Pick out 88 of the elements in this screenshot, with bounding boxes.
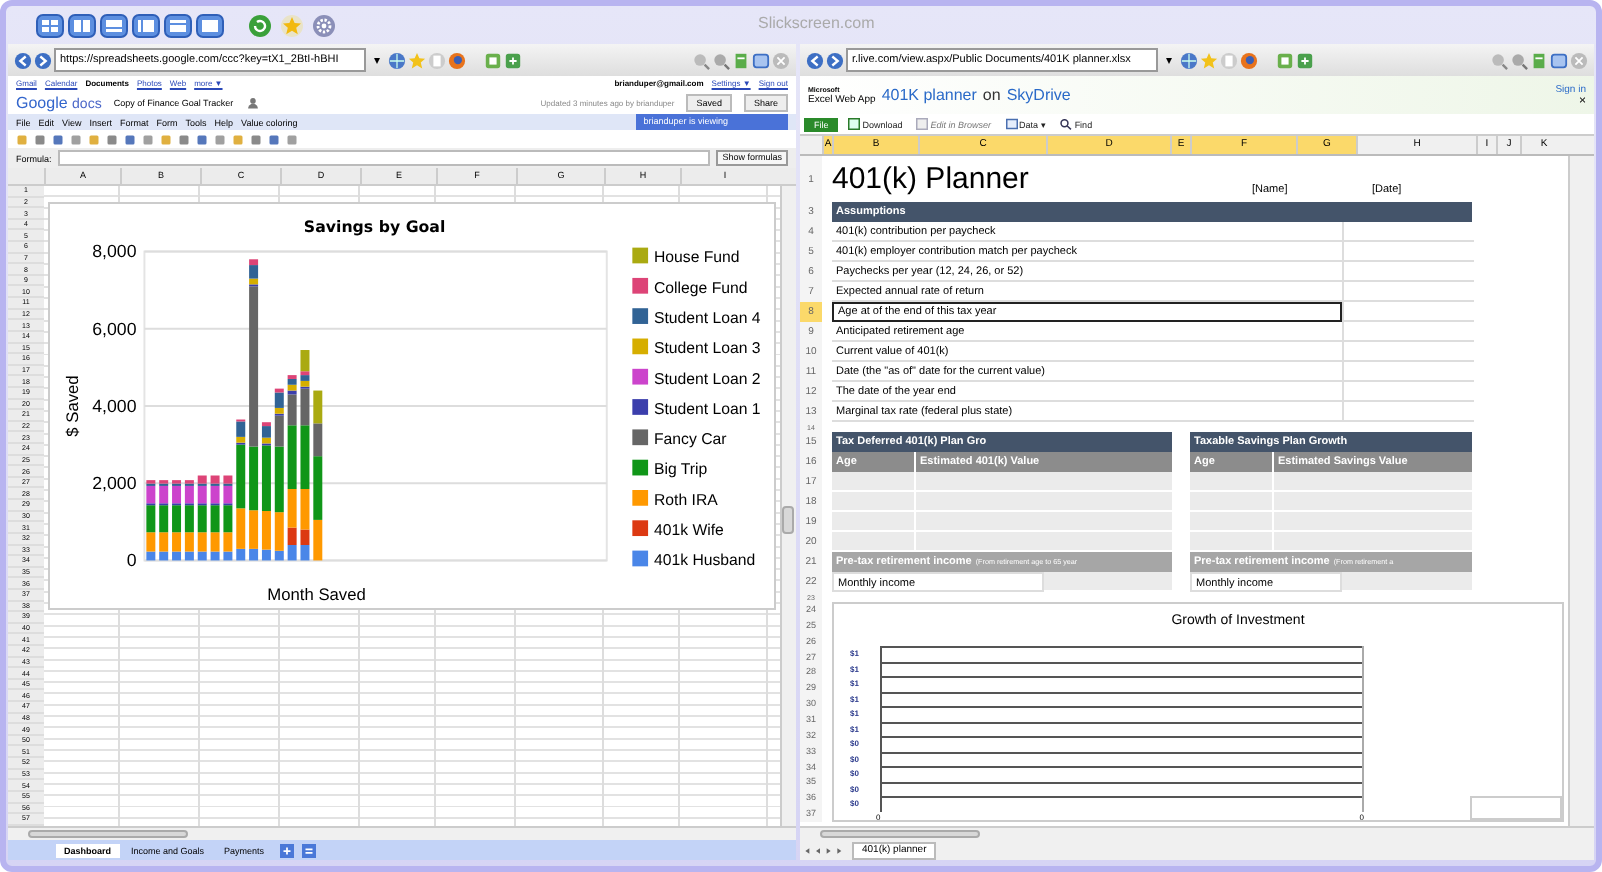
legend-label: Roth IRA	[654, 490, 718, 509]
layout-icon[interactable]	[100, 13, 128, 37]
settings-icon[interactable]	[312, 13, 336, 37]
value-cell[interactable]	[1342, 262, 1474, 282]
browser-icon[interactable]	[448, 51, 466, 69]
document-icon[interactable]	[1296, 51, 1314, 69]
window-icon[interactable]	[752, 51, 770, 69]
table-cell[interactable]	[832, 532, 916, 552]
forward-icon[interactable]	[34, 51, 52, 69]
table-cell[interactable]	[916, 532, 1172, 552]
document-icon[interactable]	[504, 51, 522, 69]
window-icon[interactable]	[1550, 51, 1568, 69]
value-cell[interactable]	[1342, 362, 1474, 382]
value-cell[interactable]	[1342, 302, 1474, 322]
table-icon	[1005, 118, 1018, 130]
refresh-icon[interactable]	[248, 13, 272, 37]
document-icon[interactable]	[1276, 51, 1294, 69]
table-cell[interactable]	[1274, 472, 1472, 492]
on-label: on	[982, 86, 1001, 104]
zoom-out-icon[interactable]	[1490, 51, 1508, 69]
search-icon	[1060, 118, 1073, 130]
edit-icon	[916, 118, 929, 130]
sheet-title: 401(k) Planner	[832, 162, 1031, 196]
layout-icon[interactable]	[68, 13, 96, 37]
value-cell[interactable]	[1342, 342, 1474, 362]
formula-field[interactable]	[57, 150, 711, 166]
layout-icon[interactable]	[164, 13, 192, 37]
y-tick-label: 0	[126, 550, 137, 571]
zoom-in-icon[interactable]	[1510, 51, 1528, 69]
y-axis-title: $ Saved	[61, 375, 82, 437]
value-cell[interactable]	[1342, 222, 1474, 242]
table-cell[interactable]	[916, 472, 1172, 492]
zoom-out-icon[interactable]	[692, 51, 710, 69]
legend-label: 401k Husband	[654, 551, 756, 570]
browser-icon[interactable]	[1240, 51, 1258, 69]
legend-label: Student Loan 2	[654, 369, 761, 388]
sheet-list-icon[interactable]	[302, 843, 317, 857]
scrollbar-thumb[interactable]	[782, 506, 794, 534]
table-cell[interactable]	[1190, 472, 1274, 492]
sheet-navigation-icon[interactable]	[804, 845, 844, 855]
legend-label: Big Trip	[654, 460, 708, 479]
people-icon[interactable]	[245, 95, 260, 109]
table-cell[interactable]	[832, 472, 916, 492]
layout-icon[interactable]	[196, 13, 224, 37]
vertical-scrollbar[interactable]	[1568, 156, 1594, 826]
horizontal-scrollbar[interactable]	[28, 830, 188, 838]
value-cell[interactable]	[1342, 282, 1474, 302]
download-icon	[848, 118, 861, 130]
document-icon[interactable]	[732, 51, 750, 69]
legend-label: Student Loan 1	[654, 399, 761, 418]
x-axis-title: Month Saved	[267, 583, 366, 604]
globe-icon[interactable]	[388, 51, 406, 69]
layout-icon[interactable]	[36, 13, 64, 37]
add-sheet-icon[interactable]	[280, 843, 295, 857]
legend-label: College Fund	[654, 278, 748, 297]
legend-label: Student Loan 3	[654, 339, 761, 358]
close-icon[interactable]	[772, 51, 790, 69]
document-icon[interactable]	[1530, 51, 1548, 69]
value-cell[interactable]	[1342, 382, 1474, 402]
layout-icon[interactable]	[132, 13, 160, 37]
value-cell[interactable]	[1342, 402, 1474, 422]
chart-title: Savings by Goal	[303, 217, 446, 236]
y-tick-label: 2,000	[92, 473, 137, 494]
star-icon[interactable]	[280, 13, 304, 37]
horizontal-scrollbar[interactable]	[820, 830, 980, 838]
document-link[interactable]: 401K planner	[881, 86, 977, 104]
table-cell[interactable]	[1190, 532, 1274, 552]
legend-label: 401k Wife	[654, 521, 724, 540]
app-title: Slickscreen.com	[758, 14, 875, 32]
y-tick-label: 4,000	[92, 395, 137, 416]
y-tick-label: 8,000	[92, 241, 137, 262]
legend-label: Student Loan 4	[654, 309, 761, 327]
legend-label: House Fund	[654, 248, 740, 267]
value-cell[interactable]	[1342, 322, 1474, 342]
forward-icon[interactable]	[826, 51, 844, 69]
globe-icon[interactable]	[1180, 51, 1198, 69]
legend-label: Fancy Car	[654, 430, 727, 449]
y-tick-label: 6,000	[92, 318, 137, 339]
back-icon[interactable]	[806, 51, 824, 69]
table-cell[interactable]	[1274, 532, 1472, 552]
zoom-in-icon[interactable]	[712, 51, 730, 69]
value-cell[interactable]	[1342, 242, 1474, 262]
star-icon[interactable]	[408, 51, 426, 69]
star-icon[interactable]	[1200, 51, 1218, 69]
close-icon[interactable]	[1570, 51, 1588, 69]
service-link[interactable]: SkyDrive	[1006, 86, 1071, 104]
document-icon[interactable]	[484, 51, 502, 69]
back-icon[interactable]	[14, 51, 32, 69]
